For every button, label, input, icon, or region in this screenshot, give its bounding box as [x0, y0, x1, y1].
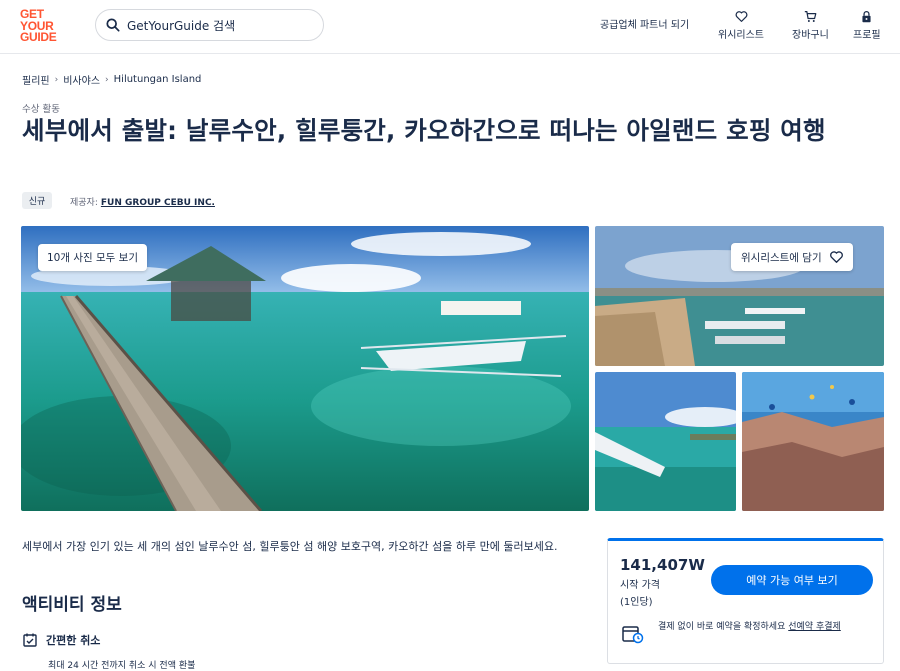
- page-title: 세부에서 출발: 날루수안, 힐루퉁간, 카오하간으로 떠나는 아일랜드 호핑 …: [22, 116, 826, 145]
- price-per-person-label: (1인당): [620, 597, 653, 608]
- price-value: 141,407W: [620, 556, 705, 574]
- breadcrumb-item[interactable]: 필리핀: [22, 72, 50, 87]
- provider-link[interactable]: FUN GROUP CEBU INC.: [101, 198, 215, 208]
- new-badge: 신규: [22, 192, 52, 209]
- nav-wishlist[interactable]: 위시리스트: [718, 10, 764, 41]
- provider-info: 제공자: FUN GROUP CEBU INC.: [70, 195, 215, 208]
- booking-card: 141,407W 시작 가격 (1인당) 예약 가능 여부 보기 결제 없이 바…: [607, 538, 884, 664]
- coral-reef-image: [742, 372, 884, 511]
- getyourguide-logo[interactable]: GET YOUR GUIDE: [20, 8, 64, 44]
- free-cancellation-feature: 간편한 취소: [22, 632, 100, 648]
- activity-category: 수상 활동: [22, 104, 60, 115]
- chevron-right-icon: ›: [54, 74, 59, 85]
- gallery-photo[interactable]: [742, 372, 884, 511]
- reserve-now-pay-later: 결제 없이 바로 예약을 확정하세요 선예약 후결제: [658, 620, 873, 635]
- calendar-check-icon: [23, 633, 37, 647]
- boat-image: [595, 372, 736, 511]
- view-all-photos-button[interactable]: 10개 사진 모두 보기: [38, 244, 147, 271]
- reserve-now-pay-later-link[interactable]: 선예약 후결제: [788, 622, 841, 632]
- nav-wishlist-label: 위시리스트: [718, 30, 764, 41]
- add-to-wishlist-label: 위시리스트에 담기: [741, 251, 822, 264]
- calendar-clock-icon: [622, 626, 644, 644]
- nav-cart[interactable]: 장바구니: [792, 10, 829, 41]
- cart-icon: [804, 11, 817, 22]
- check-availability-button[interactable]: 예약 가능 여부 보기: [711, 565, 873, 595]
- become-supplier-link[interactable]: 공급업체 파트너 되기: [600, 16, 689, 31]
- search-icon: [106, 18, 120, 32]
- logo-line: GUIDE: [20, 30, 57, 44]
- chevron-right-icon: ›: [105, 74, 109, 85]
- site-header: GET YOUR GUIDE GetYourGuide 검색 공급업체 파트너 …: [0, 0, 900, 54]
- nav-cart-label: 장바구니: [792, 30, 829, 41]
- search-placeholder: GetYourGuide 검색: [127, 18, 236, 33]
- breadcrumb-item[interactable]: Hilutungan Island: [114, 74, 202, 85]
- provider-label: 제공자:: [70, 198, 98, 208]
- feature-subtitle: 최대 24 시간 전까지 취소 시 전액 환불: [48, 661, 196, 671]
- heart-icon: [735, 11, 747, 22]
- activity-description: 세부에서 가장 인기 있는 세 개의 섬인 날루수안 섬, 힐루퉁안 섬 해양 …: [22, 540, 558, 553]
- gallery-photo[interactable]: [595, 372, 736, 511]
- feature-title: 간편한 취소: [46, 634, 101, 647]
- lock-icon: [862, 10, 871, 23]
- breadcrumb-item[interactable]: 비사야스: [63, 72, 100, 87]
- search-input[interactable]: GetYourGuide 검색: [95, 9, 324, 41]
- reserve-text: 결제 없이 바로 예약을 확정하세요: [658, 622, 786, 632]
- nav-profile[interactable]: 프로필: [853, 10, 881, 41]
- nav-profile-label: 프로필: [853, 30, 881, 41]
- heart-icon: [829, 251, 843, 263]
- add-to-wishlist-button[interactable]: 위시리스트에 담기: [731, 243, 853, 271]
- price-from-label: 시작 가격: [620, 580, 660, 591]
- breadcrumb: 필리핀 › 비사야스 › Hilutungan Island: [22, 72, 201, 87]
- activity-info-heading: 액티비티 정보: [22, 595, 122, 615]
